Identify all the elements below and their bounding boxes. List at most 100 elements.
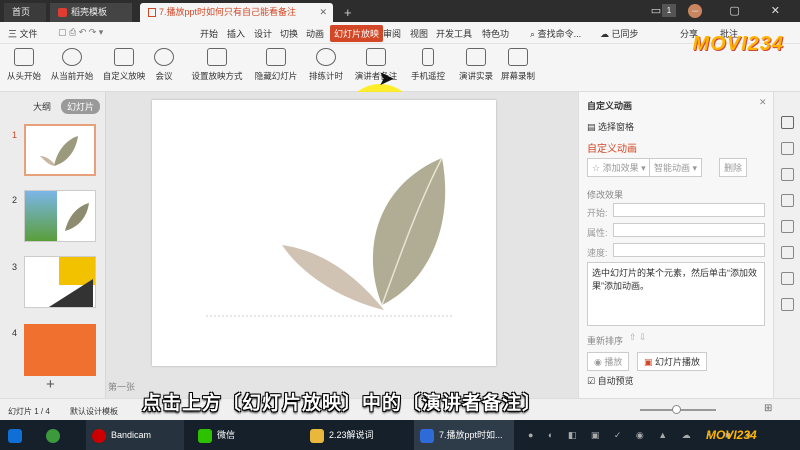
close-icon[interactable]: ✕ xyxy=(319,3,327,22)
property-select[interactable] xyxy=(613,223,765,237)
slide-thumbnail-panel: 大纲 幻灯片 1 2 3 4 + xyxy=(0,92,106,398)
mouse-pointer-icon: ➤ xyxy=(378,68,395,90)
slide-thumbnail-1[interactable] xyxy=(24,124,96,176)
ribbon-label: 从当前开始 xyxy=(50,71,94,81)
taskbar-bandicam[interactable]: Bandicam xyxy=(86,420,184,450)
taskbar-wechat[interactable]: 微信 xyxy=(192,420,241,450)
quick-access-toolbar[interactable]: ▢ ⎙ ↶ ↷ ▾ xyxy=(58,27,103,38)
menu-item-animation[interactable]: 动画 xyxy=(306,27,324,40)
screen-record-button[interactable]: 屏幕录制 xyxy=(498,48,538,82)
delete-button[interactable]: 删除 xyxy=(719,158,748,177)
wps-logo-icon xyxy=(58,8,67,18)
setup-show-button[interactable]: 设置放映方式 xyxy=(188,48,246,82)
slide-canvas[interactable] xyxy=(152,100,496,366)
animation-list[interactable]: 选中幻灯片的某个元素，然后单击“添加效果”添加动画。 xyxy=(587,262,765,326)
menu-item-start[interactable]: 开始 xyxy=(200,27,218,40)
setup-icon xyxy=(207,48,227,66)
reorder-arrow-icons[interactable]: ⇧ ⇩ xyxy=(629,332,647,343)
hand-icon[interactable] xyxy=(781,298,794,311)
windows-start-icon[interactable] xyxy=(8,420,27,450)
play-button[interactable]: ◉ 播放 xyxy=(587,352,630,371)
new-tab-button[interactable]: + xyxy=(336,3,360,22)
slide-number: 1 xyxy=(12,130,18,140)
zoom-slider-thumb[interactable] xyxy=(672,405,681,414)
menu-item-developer[interactable]: 开发工具 xyxy=(436,27,472,40)
smart-animation-button[interactable]: 智能动画 ▾ xyxy=(649,158,703,177)
tab-slides[interactable]: 幻灯片 xyxy=(61,99,101,114)
sync-status[interactable]: ☁ 已同步 xyxy=(600,27,639,40)
transition-icon[interactable] xyxy=(781,220,794,233)
taskbar-label: Bandicam xyxy=(111,430,152,440)
tab-document[interactable]: 7.播放ppt时如何只有自己能看备注 ✕ xyxy=(140,3,333,22)
search-command[interactable]: ⌕ 查找命令... xyxy=(530,27,581,40)
taskbar-label: 微信 xyxy=(217,430,236,440)
leaf-thumbnail-image xyxy=(65,203,89,231)
select-pane-button[interactable]: ▤ 选择窗格 xyxy=(587,120,634,133)
section-title: 自定义动画 xyxy=(587,144,637,155)
menu-item-view[interactable]: 视图 xyxy=(410,27,428,40)
add-effect-button[interactable]: ☆ 添加效果 ▾ xyxy=(587,158,651,177)
taskbar-folder[interactable]: 2.23解说词 xyxy=(304,420,380,450)
ribbon-toolbar: 从头开始 从当前开始 自定义放映 会议 设置放映方式 隐藏幻灯片 排练计时 演讲… xyxy=(0,44,800,158)
notes-placeholder[interactable]: 第一张 xyxy=(108,380,135,393)
slide-thumbnail-3[interactable] xyxy=(24,256,96,308)
star-icon: ☆ xyxy=(592,163,601,173)
tab-template[interactable]: 稻壳模板 xyxy=(50,3,132,22)
menu-item-design[interactable]: 设计 xyxy=(254,27,272,40)
meeting-button[interactable]: 会议 xyxy=(150,48,178,82)
slide-thumbnail-4[interactable] xyxy=(24,324,96,376)
projector-icon xyxy=(14,48,34,66)
menu-item-special[interactable]: 特色功 xyxy=(482,27,509,40)
taskbar-wps[interactable]: 7.播放ppt时如... xyxy=(414,420,514,450)
hide-slide-button[interactable]: 隐藏幻灯片 xyxy=(252,48,300,82)
play-from-current-button[interactable]: 从当前开始 xyxy=(48,48,96,82)
menu-item-slideshow[interactable]: 幻灯片放映 xyxy=(330,25,384,42)
menu-item-transition[interactable]: 切换 xyxy=(280,27,298,40)
slide-count: 幻灯片 1 / 4 xyxy=(8,407,50,416)
sync-label: 已同步 xyxy=(611,29,639,39)
speech-record-button[interactable]: 演讲实录 xyxy=(456,48,496,82)
ribbon-label: 从头开始 xyxy=(6,71,41,81)
slide-number: 2 xyxy=(12,195,18,205)
slide-thumbnail-2[interactable] xyxy=(24,190,96,242)
shape-icon[interactable] xyxy=(781,142,794,155)
tab-outline[interactable]: 大纲 xyxy=(33,100,51,113)
speech-record-icon xyxy=(466,48,486,66)
rehearse-timing-button[interactable]: 排练计时 xyxy=(304,48,348,82)
add-slide-button[interactable]: + xyxy=(46,376,55,393)
close-icon[interactable]: ✕ xyxy=(759,97,767,108)
settings-icon[interactable] xyxy=(781,272,794,285)
select-pane-label: 选择窗格 xyxy=(598,122,635,132)
play-from-start-button[interactable]: 从头开始 xyxy=(6,48,42,82)
property-label: 属性: xyxy=(587,228,608,238)
play-icon xyxy=(62,48,82,66)
phone-remote-button[interactable]: 手机遥控 xyxy=(408,48,448,82)
screen-record-icon xyxy=(508,48,528,66)
tab-document-label: 7.播放ppt时如何只有自己能看备注 xyxy=(159,7,297,17)
menu-item-insert[interactable]: 插入 xyxy=(227,27,245,40)
tray-logo: MOVI234 xyxy=(706,428,757,442)
windows-logo-icon xyxy=(8,428,22,443)
star-tool-icon[interactable] xyxy=(781,194,794,207)
tab-home[interactable]: 首页 xyxy=(4,3,46,22)
start-label: 开始: xyxy=(587,208,608,218)
speed-select[interactable] xyxy=(613,243,765,257)
autopreview-checkbox[interactable]: ☑ 自动预览 xyxy=(587,374,634,387)
file-menu[interactable]: 三 文件 xyxy=(8,27,38,40)
browser-taskbar-icon[interactable] xyxy=(46,420,65,450)
menu-item-review[interactable]: 审阅 xyxy=(383,27,401,40)
start-select[interactable] xyxy=(613,203,765,217)
ribbon-label: 设置放映方式 xyxy=(191,71,243,81)
play-label: 播放 xyxy=(604,357,623,367)
window-controls[interactable]: ▭ ‒ ▢ ✕ xyxy=(651,4,794,17)
custom-show-button[interactable]: 自定义放映 xyxy=(100,48,148,82)
phone-icon xyxy=(422,48,434,66)
slideshow-icon: ▣ xyxy=(644,357,653,367)
slideshow-button[interactable]: ▣ 幻灯片播放 xyxy=(637,352,708,371)
grid-icon[interactable] xyxy=(781,246,794,259)
ppt-file-icon xyxy=(148,8,156,18)
magic-icon[interactable] xyxy=(781,168,794,181)
fit-window-icon[interactable]: ⊞ xyxy=(764,403,772,414)
theme-name: 默认设计模板 xyxy=(70,407,118,416)
cursor-tool-icon[interactable] xyxy=(781,116,794,129)
